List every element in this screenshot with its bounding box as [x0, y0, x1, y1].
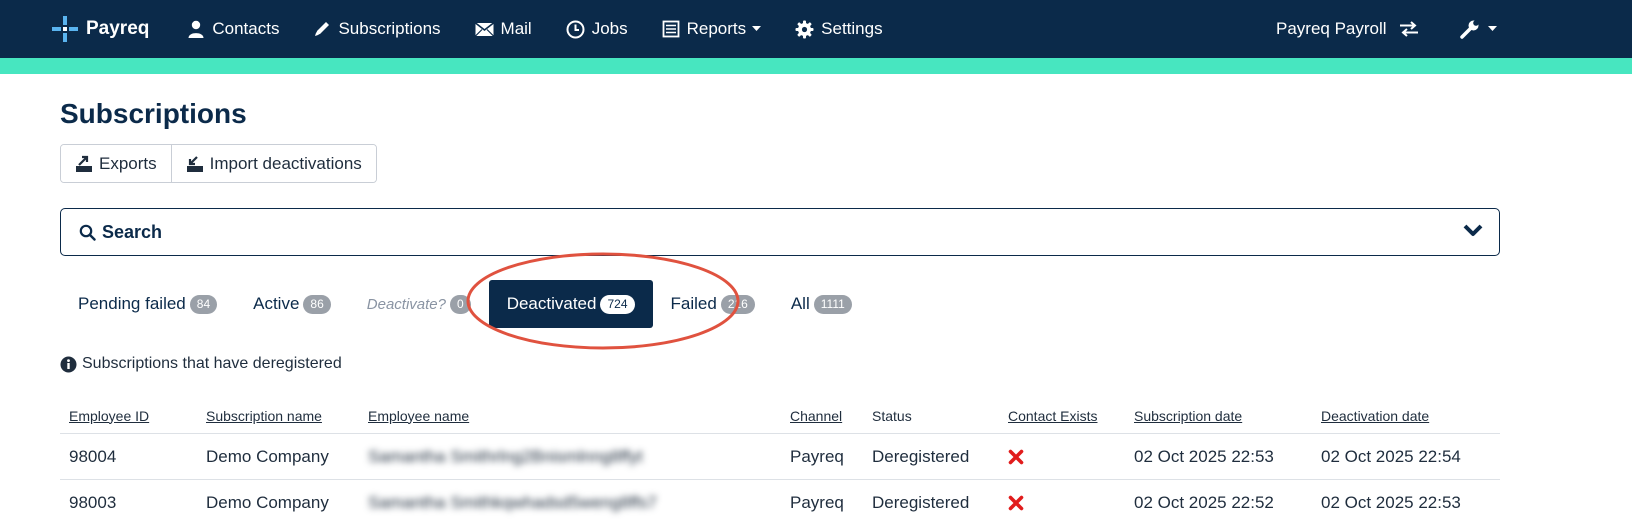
tab-all[interactable]: All 1111 [773, 280, 870, 328]
brand-logo[interactable]: Payreq [52, 16, 149, 42]
nav-item-contacts[interactable]: Contacts [187, 19, 279, 39]
tab-label: Pending failed [78, 294, 186, 313]
deactivation-date-cell: 02 Oct 2025 22:53 [1321, 492, 1461, 512]
tools-menu[interactable] [1460, 0, 1497, 58]
employee-name-cell: Samantha Smithrlng2Bnismlnng8ffyt [368, 446, 643, 466]
caret-down-icon [1488, 26, 1497, 32]
nav-item-subscriptions[interactable]: Subscriptions [313, 19, 441, 39]
search-icon [79, 224, 96, 241]
column-header-employee-name[interactable]: Employee name [368, 398, 469, 433]
count-badge: 1111 [813, 294, 852, 314]
deactivation-date-cell: 02 Oct 2025 22:54 [1321, 446, 1461, 466]
chevron-down-icon[interactable] [1463, 223, 1483, 237]
action-button-group: Exports Import deactivations [60, 144, 377, 183]
exports-button[interactable]: Exports [61, 145, 171, 182]
nav-item-mail[interactable]: Mail [474, 19, 532, 39]
top-navbar: Payreq Contacts Subscriptions Mail Jobs [0, 0, 1632, 58]
tab-label: Active [253, 294, 300, 313]
status-tabs: Pending failed 84 Active 86 Deactivate? … [60, 280, 870, 328]
employee-id-cell: 98004 [69, 446, 117, 466]
pencil-icon [313, 20, 331, 38]
import-deactivations-button[interactable]: Import deactivations [170, 145, 376, 182]
subscription-date-cell: 02 Oct 2025 22:52 [1134, 492, 1274, 512]
nav-label-subscriptions: Subscriptions [338, 19, 441, 38]
tab-label: Deactivated [506, 294, 597, 313]
account-name: Payreq Payroll [1276, 19, 1387, 38]
user-icon [187, 20, 205, 38]
nav-label-mail: Mail [500, 19, 532, 38]
column-header-contact-exists[interactable]: Contact Exists [1008, 398, 1097, 433]
count-badge: 86 [303, 294, 331, 314]
switch-arrows-icon [1399, 21, 1419, 37]
caret-down-icon [752, 26, 762, 32]
nav-item-settings[interactable]: Settings [795, 19, 883, 39]
exports-label: Exports [99, 153, 157, 173]
nav-item-jobs[interactable]: Jobs [566, 19, 628, 39]
count-badge: 724 [600, 294, 635, 314]
employee-id-cell: 98003 [69, 492, 117, 512]
subscription-name-cell: Demo Company [206, 446, 329, 466]
status-cell: Deregistered [872, 446, 970, 466]
column-header-channel[interactable]: Channel [790, 398, 842, 433]
brand-name: Payreq [86, 18, 150, 39]
nav-links: Payreq Contacts Subscriptions Mail Jobs [52, 0, 917, 58]
tab-pending-failed[interactable]: Pending failed 84 [60, 280, 235, 328]
account-switcher[interactable]: Payreq Payroll [1276, 0, 1419, 58]
table-row[interactable]: 98003 Demo Company Samantha Smithkqwhads… [60, 480, 1500, 523]
clock-icon [566, 20, 585, 39]
count-badge: 84 [189, 294, 218, 314]
employee-name-cell: Samantha Smithkqwhadsd5weng8ffs7 [368, 492, 657, 512]
column-header-subscription-date[interactable]: Subscription date [1134, 398, 1242, 433]
nav-label-reports: Reports [686, 19, 747, 38]
tab-failed[interactable]: Failed 216 [653, 280, 773, 328]
accent-bar [0, 58, 1632, 74]
subscriptions-table: Employee ID Subscription name Employee n… [60, 398, 1500, 523]
info-text: Subscriptions that have deregistered [82, 355, 342, 372]
search-toggle[interactable]: Search [60, 208, 1500, 256]
count-badge: 0 [450, 294, 471, 314]
tab-deactivated[interactable]: Deactivated 724 [488, 280, 653, 328]
channel-cell: Payreq [790, 446, 844, 466]
tab-label: All [790, 294, 810, 313]
search-label: Search [102, 221, 163, 242]
subscription-date-cell: 02 Oct 2025 22:53 [1134, 446, 1274, 466]
column-header-subscription-name[interactable]: Subscription name [206, 398, 322, 433]
column-header-employee-id[interactable]: Employee ID [69, 398, 149, 433]
tab-active[interactable]: Active 86 [235, 280, 349, 328]
nav-item-reports[interactable]: Reports [662, 19, 762, 39]
nav-label-jobs: Jobs [591, 19, 628, 38]
wrench-icon [1460, 19, 1480, 39]
import-icon [186, 155, 204, 173]
column-header-status: Status [872, 407, 912, 424]
subscription-name-cell: Demo Company [206, 492, 329, 512]
gear-icon [795, 20, 814, 39]
info-circle-icon [60, 356, 77, 373]
tab-label: Failed [670, 294, 717, 313]
table-header: Employee ID Subscription name Employee n… [60, 398, 1500, 434]
tab-label: Deactivate? [366, 295, 446, 313]
nav-label-settings: Settings [821, 19, 883, 38]
count-badge: 216 [720, 294, 755, 314]
nav-label-contacts: Contacts [212, 19, 280, 38]
payreq-logo-icon [52, 16, 78, 42]
tab-deactivate[interactable]: Deactivate? 0 [349, 280, 489, 328]
export-icon [75, 155, 93, 173]
red-x-icon [1008, 449, 1024, 465]
contact-exists-cell [1008, 434, 1024, 479]
page-title: Subscriptions [60, 98, 247, 129]
report-icon [662, 20, 680, 38]
envelope-icon [474, 21, 494, 37]
channel-cell: Payreq [790, 492, 844, 512]
red-x-icon [1008, 495, 1024, 511]
status-cell: Deregistered [872, 492, 970, 512]
import-deactivations-label: Import deactivations [209, 153, 362, 173]
contact-exists-cell [1008, 480, 1024, 523]
column-header-deactivation-date[interactable]: Deactivation date [1321, 398, 1429, 433]
info-message: Subscriptions that have deregistered [60, 355, 342, 373]
table-row[interactable]: 98004 Demo Company Samantha Smithrlng2Bn… [60, 434, 1500, 480]
